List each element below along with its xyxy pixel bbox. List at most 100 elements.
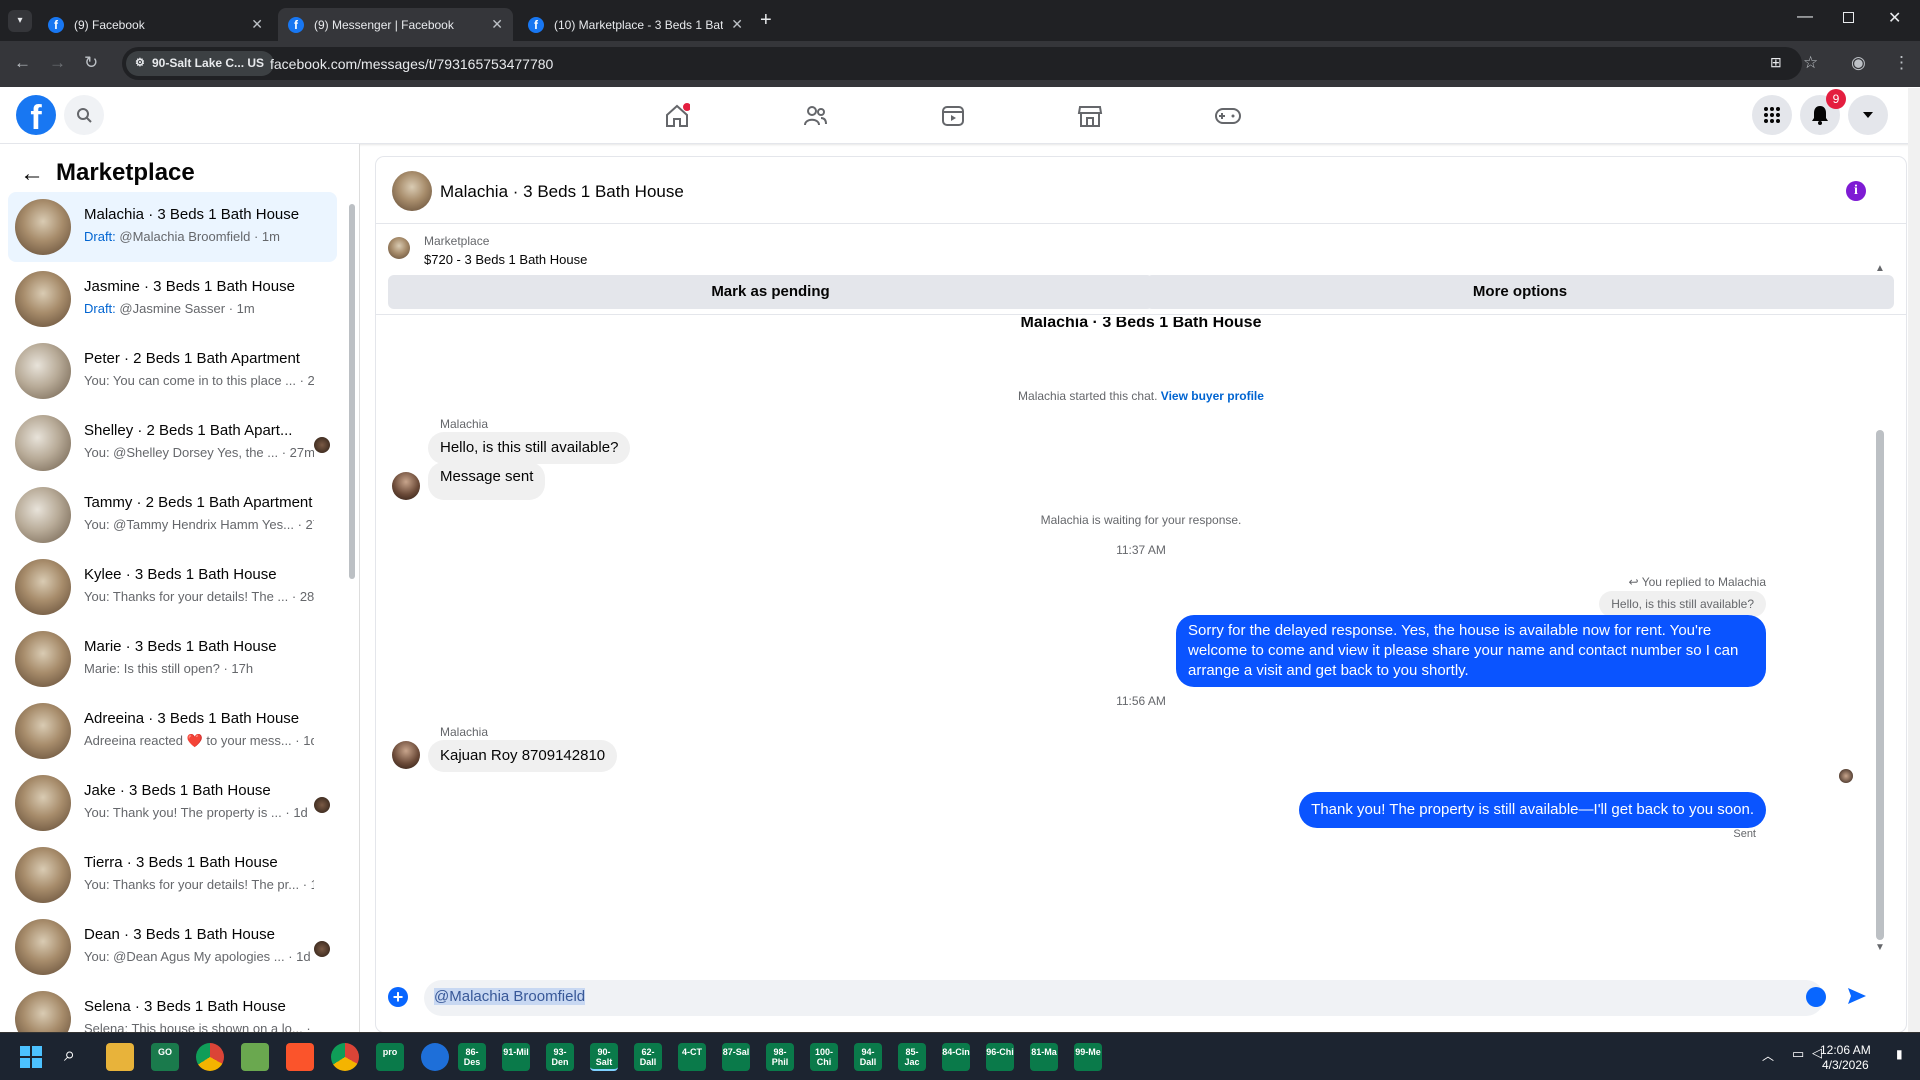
address-bar[interactable]: ⚙ 90-Salt Lake C... US facebook.com/mess… (122, 47, 1802, 80)
close-window-icon[interactable]: ✕ (1888, 8, 1901, 28)
notification-badge: 9 (1826, 89, 1846, 109)
app-icon[interactable]: GO (151, 1043, 179, 1071)
profile-icon[interactable]: ◉ (1851, 53, 1866, 73)
file-explorer-icon[interactable] (106, 1043, 134, 1071)
outgoing-message[interactable]: Thank you! The property is still availab… (1299, 792, 1766, 828)
quoted-message[interactable]: Hello, is this still available? (1599, 591, 1766, 617)
new-tab-icon[interactable]: + (760, 9, 772, 32)
browser-menu-icon[interactable]: ⋮ (1893, 53, 1910, 73)
sheets-icon[interactable] (241, 1043, 269, 1071)
url-text[interactable]: facebook.com/messages/t/793165753477780 (270, 56, 553, 72)
back-arrow-icon[interactable]: ← (20, 160, 44, 188)
profile-app-99[interactable]: 99-Me (1074, 1043, 1102, 1071)
gaming-icon[interactable] (1214, 103, 1242, 129)
conversation-preview: Draft: @Jasmine Sasser · 1m (84, 301, 314, 316)
profile-app-100[interactable]: 100-Chi (810, 1043, 838, 1071)
conversation-item[interactable]: Adreeina · 3 Beds 1 Bath House Adreeina … (8, 696, 337, 766)
chat-scrollbar-thumb[interactable] (1876, 430, 1884, 940)
profile-app-86[interactable]: 86-Des (458, 1043, 486, 1071)
tab-marketplace[interactable]: f (10) Marketplace - 3 Beds 1 Bat ✕ (518, 8, 753, 41)
incoming-message[interactable]: Message sent (428, 462, 546, 500)
back-icon[interactable]: ← (14, 53, 31, 73)
sender-avatar[interactable] (392, 472, 420, 500)
profile-app-81[interactable]: 81-Ma (1030, 1043, 1058, 1071)
conversation-item[interactable]: Dean · 3 Beds 1 Bath House You: @Dean Ag… (8, 912, 337, 982)
incoming-message[interactable]: Kajuan Roy 8709142810 (428, 740, 618, 772)
outgoing-message[interactable]: Sorry for the delayed response. Yes, the… (1176, 615, 1766, 687)
view-buyer-profile-link[interactable]: View buyer profile (1161, 389, 1264, 403)
clock[interactable]: 12:06 AM 4/3/2026 (1820, 1043, 1871, 1073)
bookmark-star-icon[interactable]: ☆ (1803, 53, 1818, 73)
app-icon[interactable]: pro (376, 1043, 404, 1071)
conversation-item[interactable]: Tierra · 3 Beds 1 Bath House You: Thanks… (8, 840, 337, 910)
close-tab-icon[interactable]: ✕ (491, 16, 503, 33)
chrome-profile-icon[interactable] (331, 1043, 359, 1071)
facebook-logo[interactable]: f (16, 95, 56, 135)
chat-title[interactable]: Malachia · 3 Beds 1 Bath House (440, 182, 684, 202)
sender-avatar[interactable] (392, 741, 420, 769)
video-icon[interactable] (940, 103, 966, 129)
scroll-down-icon[interactable]: ▼ (1875, 942, 1885, 953)
profile-app-87[interactable]: 87-Sal (722, 1043, 750, 1071)
minimize-icon[interactable]: — (1797, 8, 1813, 26)
sidebar-scrollbar[interactable] (349, 204, 355, 579)
conversation-item[interactable]: Selena · 3 Beds 1 Bath House Selena: Thi… (8, 984, 337, 1032)
profile-app-90[interactable]: 90-Salt (590, 1043, 618, 1071)
restore-icon[interactable] (1843, 12, 1854, 23)
account-button[interactable] (1848, 95, 1888, 135)
profile-app-96[interactable]: 96-Chi (986, 1043, 1014, 1071)
more-options-button[interactable]: More options (1146, 275, 1894, 309)
forward-icon[interactable]: → (49, 53, 66, 73)
reload-icon[interactable]: ↻ (84, 53, 98, 73)
incoming-message[interactable]: Hello, is this still available? (428, 432, 631, 464)
conversation-item[interactable]: Malachia · 3 Beds 1 Bath House Draft: @M… (8, 192, 337, 262)
chat-avatar[interactable] (392, 171, 432, 211)
close-tab-icon[interactable]: ✕ (731, 16, 743, 33)
listing-price[interactable]: $720 - 3 Beds 1 Bath House (424, 252, 587, 267)
tab-messenger[interactable]: f (9) Messenger | Facebook ✕ (278, 8, 513, 41)
marketplace-icon[interactable] (1077, 103, 1103, 129)
friends-icon[interactable] (802, 103, 828, 129)
profile-app-85[interactable]: 85-Jac (898, 1043, 926, 1071)
tab-search-button[interactable]: ▾ (8, 10, 32, 32)
search-button[interactable] (64, 95, 104, 135)
conversation-item[interactable]: Peter · 2 Beds 1 Bath Apartment You: You… (8, 336, 337, 406)
app-icon[interactable] (421, 1043, 449, 1071)
conversation-item[interactable]: Marie · 3 Beds 1 Bath House Marie: Is th… (8, 624, 337, 694)
scroll-up-icon[interactable]: ▲ (1875, 263, 1885, 274)
windows-start-icon[interactable] (20, 1046, 42, 1068)
send-icon[interactable] (1846, 985, 1868, 1007)
tray-chevron-icon[interactable]: ︿ (1762, 1047, 1774, 1064)
notification-center-icon[interactable]: ▮ (1896, 1047, 1903, 1061)
conversation-item[interactable]: Tammy · 2 Beds 1 Bath Apartment You: @Ta… (8, 480, 337, 550)
message-input[interactable]: @Malachia Broomfield (424, 980, 1824, 1016)
chevron-down-icon (1863, 112, 1873, 118)
mark-pending-button[interactable]: Mark as pending (388, 275, 1153, 309)
page-scrollbar[interactable] (1908, 88, 1920, 1032)
conversation-item[interactable]: Jake · 3 Beds 1 Bath House You: Thank yo… (8, 768, 337, 838)
home-icon[interactable] (664, 103, 690, 129)
profile-app-4[interactable]: 4-CT (678, 1043, 706, 1071)
profile-app-91[interactable]: 91-Mil (502, 1043, 530, 1071)
emoji-icon[interactable] (1806, 987, 1826, 1007)
install-app-icon[interactable]: ⊞ (1770, 54, 1782, 71)
brave-icon[interactable] (286, 1043, 314, 1071)
conversation-item[interactable]: Shelley · 2 Beds 1 Bath Apart... You: @S… (8, 408, 337, 478)
site-info-chip[interactable]: ⚙ 90-Salt Lake C... US (126, 51, 275, 76)
add-attachment-icon[interactable]: + (388, 987, 408, 1007)
info-icon[interactable]: i (1846, 181, 1866, 201)
conversation-item[interactable]: Kylee · 3 Beds 1 Bath House You: Thanks … (8, 552, 337, 622)
conversation-item[interactable]: Jasmine · 3 Beds 1 Bath House Draft: @Ja… (8, 264, 337, 334)
profile-app-94[interactable]: 94-Dall (854, 1043, 882, 1071)
network-icon[interactable]: ▭ (1792, 1046, 1804, 1062)
profile-app-62[interactable]: 62-Dall (634, 1043, 662, 1071)
taskbar-search-icon[interactable]: ⌕ (64, 1044, 75, 1067)
tab-facebook[interactable]: f (9) Facebook ✕ (38, 8, 273, 41)
profile-app-98[interactable]: 98-Phil (766, 1043, 794, 1071)
profile-app-93[interactable]: 93-Den (546, 1043, 574, 1071)
menu-grid-button[interactable] (1752, 95, 1792, 135)
close-tab-icon[interactable]: ✕ (251, 16, 263, 33)
profile-app-84[interactable]: 84-Cin (942, 1043, 970, 1071)
chrome-icon[interactable] (196, 1043, 224, 1071)
composer-text: @Malachia Broomfield (434, 988, 586, 1005)
